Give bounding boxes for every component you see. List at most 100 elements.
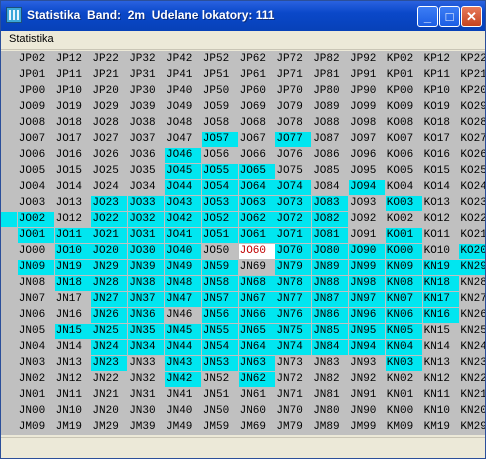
grid-cell-worked[interactable]: JN88 <box>312 276 349 291</box>
grid-cell-worked[interactable]: JO65 <box>238 164 275 179</box>
grid-cell-worked[interactable]: KO01 <box>385 228 422 243</box>
grid-cell[interactable]: JN50 <box>202 404 238 419</box>
grid-cell[interactable]: JP52 <box>202 52 238 67</box>
grid-cell[interactable]: 95 <box>1 164 17 179</box>
grid-cell-worked[interactable]: JO63 <box>238 196 275 211</box>
grid-cell[interactable]: JM69 <box>239 420 275 435</box>
grid-cell[interactable]: JP10 <box>55 84 91 99</box>
grid-cell[interactable]: KO16 <box>423 148 459 163</box>
grid-cell[interactable]: JM09 <box>18 420 54 435</box>
grid-cell[interactable]: JN03 <box>18 356 54 371</box>
grid-cell[interactable]: JO50 <box>202 244 238 259</box>
grid-cell[interactable]: 92 <box>1 52 17 67</box>
grid-cell[interactable]: JO27 <box>91 132 127 147</box>
grid-cell[interactable]: JO04 <box>18 180 54 195</box>
grid-cell-worked[interactable]: JO64 <box>238 180 275 195</box>
title-bar[interactable]: Statistika Band: 2m Udelane lokatory: 11… <box>1 1 485 31</box>
grid-cell-worked[interactable]: KN08 <box>385 276 422 291</box>
grid-cell[interactable]: JN22 <box>91 372 127 387</box>
menu-item-statistika[interactable]: Statistika <box>9 33 54 45</box>
grid-cell-worked[interactable]: JO23 <box>91 196 128 211</box>
grid-cell-worked[interactable]: JO81 <box>312 228 349 243</box>
grid-cell[interactable]: JP51 <box>202 68 238 83</box>
grid-cell-worked[interactable]: JN56 <box>201 308 238 323</box>
grid-cell[interactable]: JN73 <box>275 356 311 371</box>
grid-cell[interactable]: JP31 <box>128 68 164 83</box>
grid-cell[interactable]: KP01 <box>386 68 422 83</box>
grid-cell[interactable]: JO68 <box>239 116 275 131</box>
grid-cell[interactable]: JN07 <box>18 292 54 307</box>
grid-cell[interactable]: JP22 <box>91 52 127 67</box>
grid-cell[interactable]: JM79 <box>275 420 311 435</box>
grid-cell[interactable]: KN20 <box>459 404 485 419</box>
grid-cell[interactable]: JP71 <box>275 68 311 83</box>
grid-cell[interactable]: KO17 <box>423 132 459 147</box>
grid-cell[interactable]: JN31 <box>128 388 164 403</box>
grid-cell-worked[interactable]: JO21 <box>91 228 128 243</box>
grid-cell[interactable]: KO21 <box>459 228 485 243</box>
grid-cell-worked[interactable]: JN87 <box>312 292 349 307</box>
grid-cell[interactable]: 98 <box>1 276 17 291</box>
grid-cell[interactable]: KP20 <box>459 84 485 99</box>
grid-cell-worked[interactable]: JO82 <box>312 212 349 227</box>
grid-cell[interactable]: KN26 <box>459 308 485 323</box>
grid-cell-worked[interactable]: KO03 <box>385 196 422 211</box>
grid-cell-worked[interactable]: KO20 <box>459 244 485 259</box>
grid-cell[interactable]: JN16 <box>55 308 91 323</box>
grid-cell[interactable]: JP72 <box>275 52 311 67</box>
grid-cell[interactable]: KO29 <box>459 100 485 115</box>
grid-cell-worked[interactable]: JN78 <box>275 276 312 291</box>
grid-cell-worked[interactable]: JN42 <box>165 372 201 387</box>
grid-cell[interactable]: 97 <box>1 292 17 307</box>
grid-cell[interactable]: KO26 <box>459 148 485 163</box>
grid-cell-worked[interactable]: JO42 <box>165 212 201 227</box>
grid-cell-worked[interactable]: JN84 <box>312 340 349 355</box>
grid-cell-worked[interactable]: JN86 <box>312 308 349 323</box>
grid-cell[interactable]: JN11 <box>55 388 91 403</box>
grid-cell[interactable]: JO17 <box>55 132 91 147</box>
grid-cell[interactable]: 94 <box>1 340 17 355</box>
grid-cell[interactable]: KO18 <box>423 116 459 131</box>
grid-cell[interactable]: JO36 <box>128 148 164 163</box>
grid-cell-worked[interactable]: JN98 <box>349 276 385 291</box>
grid-cell[interactable]: KO02 <box>386 212 422 227</box>
grid-cell[interactable]: JO06 <box>18 148 54 163</box>
grid-cell[interactable]: KO09 <box>386 100 422 115</box>
grid-cell-worked[interactable]: JO02 <box>17 212 54 227</box>
grid-cell[interactable]: JM49 <box>165 420 201 435</box>
grid-cell[interactable]: JN41 <box>165 388 201 403</box>
grid-cell[interactable]: JN06 <box>18 308 54 323</box>
grid-cell[interactable]: JN20 <box>91 404 127 419</box>
grid-cell-worked[interactable]: JN15 <box>54 324 91 339</box>
grid-cell-worked[interactable]: JO57 <box>201 132 238 147</box>
grid-cell[interactable]: 95 <box>1 324 17 339</box>
grid-cell-worked[interactable]: KN04 <box>385 340 422 355</box>
grid-cell-worked[interactable]: JO77 <box>275 132 312 147</box>
grid-cell[interactable]: JO12 <box>55 212 91 227</box>
grid-cell-worked[interactable]: JN77 <box>275 292 312 307</box>
grid-cell-current[interactable]: JO60 <box>238 244 275 259</box>
grid-cell[interactable]: JN21 <box>91 388 127 403</box>
grid-cell[interactable]: JM89 <box>312 420 348 435</box>
grid-cell[interactable]: KN28 <box>459 276 485 291</box>
minimize-button[interactable]: _ <box>417 6 438 27</box>
grid-cell-worked[interactable]: JO44 <box>165 180 201 195</box>
grid-cell-worked[interactable]: JO70 <box>275 244 312 259</box>
grid-cell[interactable]: JN13 <box>55 356 91 371</box>
grid-cell[interactable]: JP62 <box>239 52 275 67</box>
grid-cell[interactable]: JM19 <box>55 420 91 435</box>
grid-cell[interactable]: JO95 <box>349 164 385 179</box>
grid-cell[interactable]: KN25 <box>459 324 485 339</box>
grid-cell[interactable]: 98 <box>1 116 17 131</box>
grid-cell-worked[interactable]: 92 <box>1 212 17 227</box>
grid-cell-worked[interactable]: JN36 <box>128 308 165 323</box>
grid-cell[interactable]: KO06 <box>386 148 422 163</box>
grid-cell-worked[interactable]: JO74 <box>275 180 312 195</box>
grid-cell[interactable]: JP60 <box>239 84 275 99</box>
grid-cell[interactable]: JN46 <box>165 308 201 323</box>
grid-cell[interactable]: KO14 <box>423 180 459 195</box>
grid-cell[interactable]: KO23 <box>459 196 485 211</box>
grid-cell[interactable]: JP50 <box>202 84 238 99</box>
grid-cell[interactable]: JP61 <box>239 68 275 83</box>
grid-cell[interactable]: KN15 <box>423 324 459 339</box>
